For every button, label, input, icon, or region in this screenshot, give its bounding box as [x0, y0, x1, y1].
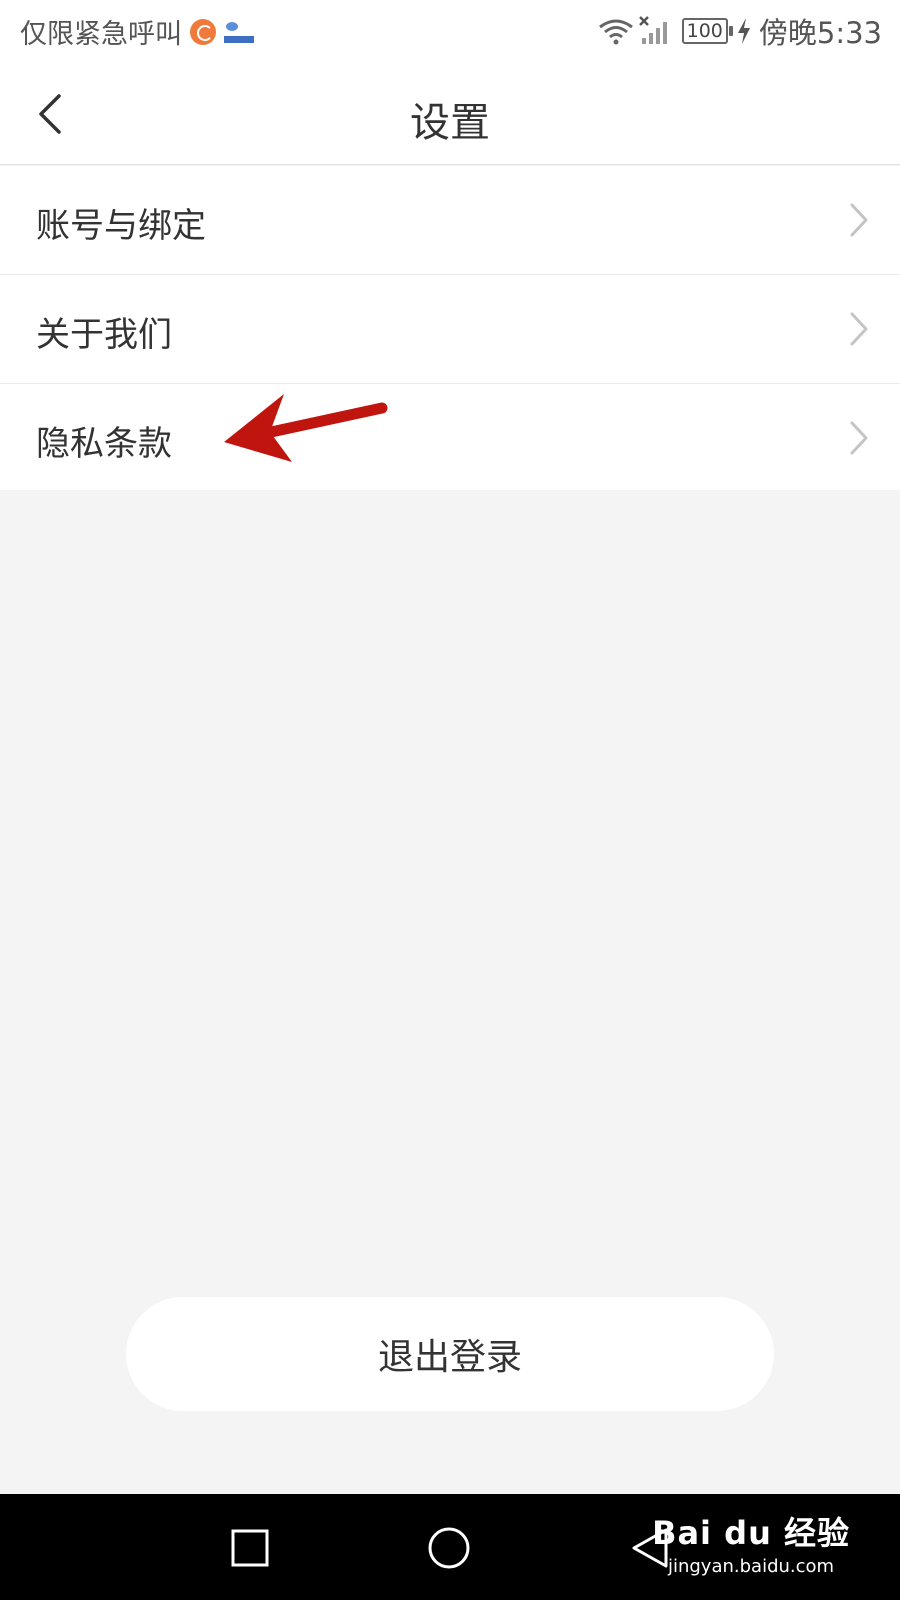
settings-item-label: 关于我们: [36, 315, 172, 355]
no-signal-icon: [638, 16, 667, 44]
clock: 傍晚5:33: [758, 16, 882, 50]
app-notification-icon: [190, 18, 216, 45]
charging-icon: [737, 18, 750, 44]
page-title: 设置: [410, 100, 490, 146]
recent-apps-button[interactable]: [230, 1528, 270, 1568]
navigation-bar: 设置: [0, 64, 900, 165]
chevron-right-icon: [850, 312, 868, 346]
settings-item-about-us[interactable]: 关于我们: [0, 275, 900, 384]
carrier-text: 仅限紧急呼叫: [20, 19, 182, 50]
status-bar: 仅限紧急呼叫 100 傍晚5:33: [0, 0, 900, 64]
battery-level: 100: [681, 18, 728, 44]
wifi-icon: [598, 19, 633, 45]
settings-list: 账号与绑定 关于我们 隐私条款: [0, 166, 900, 490]
watermark-url: jingyan.baidu.com: [667, 1556, 835, 1577]
logout-button[interactable]: 退出登录: [126, 1297, 774, 1411]
status-right: 100 傍晚5:33: [598, 10, 882, 52]
status-left: 仅限紧急呼叫: [20, 12, 254, 51]
home-button[interactable]: [427, 1526, 471, 1570]
app-badge-icon: [224, 20, 254, 44]
settings-item-privacy-terms[interactable]: 隐私条款: [0, 384, 900, 490]
watermark-logo: Bai du 经验: [652, 1514, 850, 1552]
battery-indicator: 100: [681, 18, 733, 44]
system-navigation-bar: Bai du 经验 jingyan.baidu.com: [0, 1494, 900, 1600]
baidu-jingyan-watermark: Bai du 经验 jingyan.baidu.com: [652, 1508, 850, 1577]
chevron-right-icon: [850, 203, 868, 237]
settings-item-label: 账号与绑定: [36, 206, 206, 246]
settings-item-label: 隐私条款: [36, 424, 172, 464]
annotation-arrow-icon: [224, 394, 388, 462]
settings-item-account-binding[interactable]: 账号与绑定: [0, 166, 900, 275]
chevron-right-icon: [850, 421, 868, 455]
